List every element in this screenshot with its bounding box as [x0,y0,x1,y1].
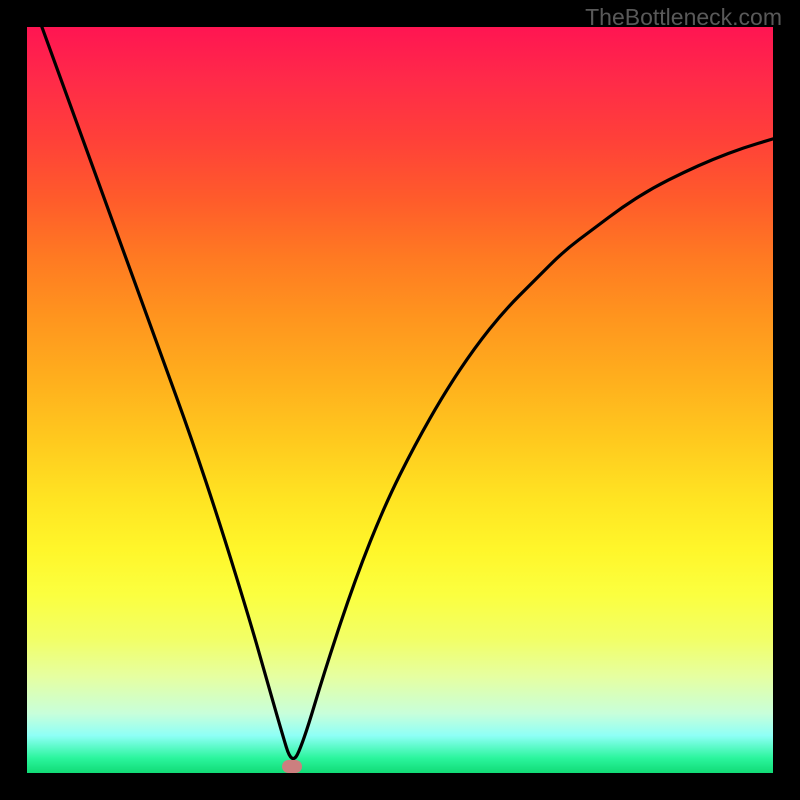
watermark-text: TheBottleneck.com [585,4,782,31]
chart-stage: TheBottleneck.com [0,0,800,800]
plot-area [27,27,773,773]
bottleneck-curve [42,27,773,759]
optimal-marker [282,760,302,773]
curve-layer [27,27,773,773]
